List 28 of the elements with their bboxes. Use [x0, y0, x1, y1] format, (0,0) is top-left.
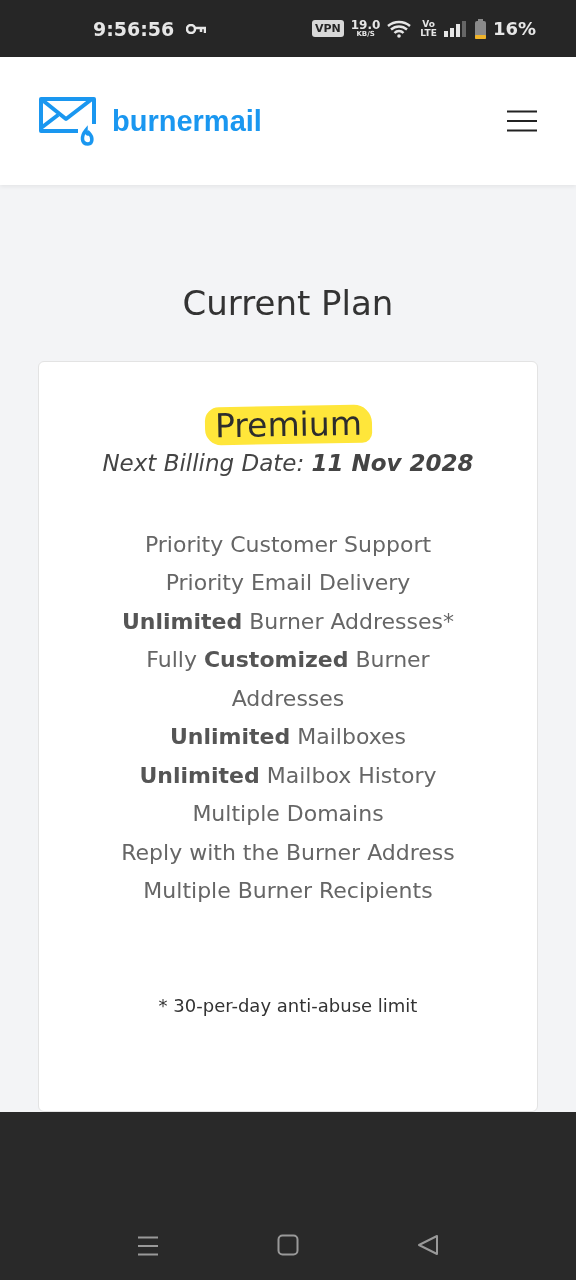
home-icon[interactable] — [277, 1234, 299, 1256]
logo-icon — [38, 96, 98, 146]
brand-name[interactable]: burnermail — [112, 104, 262, 138]
volte-bottom: LTE — [420, 28, 437, 38]
volte-top: Vo — [422, 19, 435, 29]
plan-feature: Reply with the Burner Address — [121, 838, 455, 867]
plan-feature: Fully Customized Burner Addresses — [145, 646, 431, 713]
network-speed: 19.0 — [350, 19, 381, 31]
plan-feature: Unlimited Mailboxes — [169, 723, 406, 752]
footnote: * 30-per-day anti-abuse limit — [158, 994, 418, 1016]
signal-icon — [443, 20, 468, 37]
battery-level: 16% — [492, 18, 536, 39]
billing-date: Next Billing Date: 11 Nov 2028 — [102, 449, 474, 476]
clock: 9:56:56 — [93, 17, 175, 40]
back-icon[interactable] — [417, 1234, 439, 1256]
key-icon — [186, 23, 207, 34]
plan-feature: Priority Customer Support — [144, 530, 432, 559]
plan-feature: Multiple Domains — [192, 800, 384, 829]
plan-feature: Multiple Burner Recipients — [143, 877, 433, 906]
plan-feature: Priority Email Delivery — [165, 569, 411, 598]
battery-icon — [474, 18, 486, 39]
menu-button[interactable] — [506, 110, 538, 132]
menu-icon[interactable] — [137, 1236, 159, 1256]
section-title: Current Plan — [182, 283, 394, 323]
plan-name: Premium — [204, 404, 372, 446]
plan-feature: Unlimited Mailbox History — [139, 761, 437, 790]
vpn-badge: VPN — [311, 20, 344, 37]
plan-feature: Unlimited Burner Addresses* — [121, 607, 455, 636]
